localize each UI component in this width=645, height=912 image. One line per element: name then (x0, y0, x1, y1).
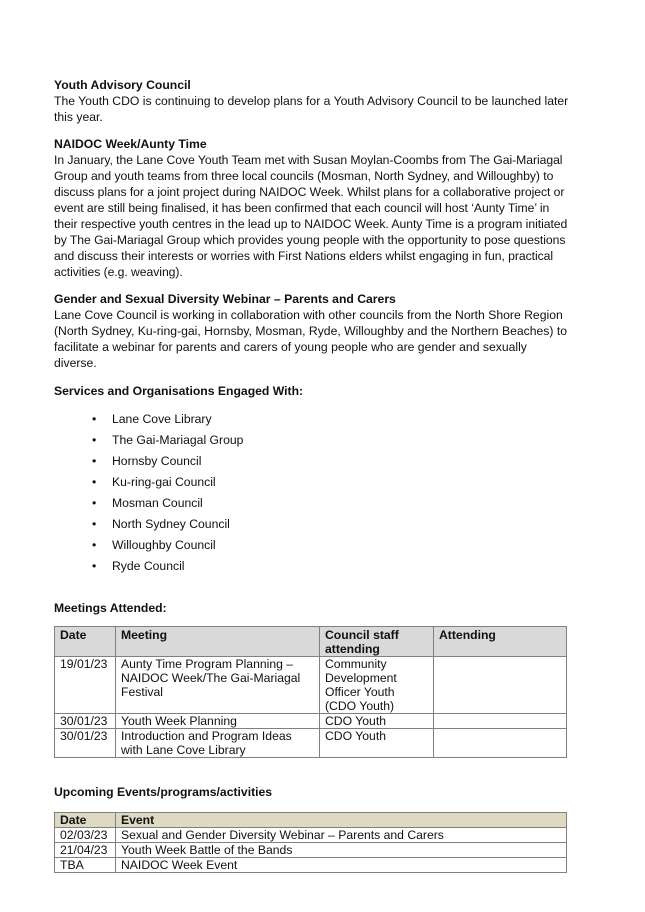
cell-staff: CDO Youth (319, 713, 434, 729)
list-item-label: Ku-ring-gai Council (112, 475, 216, 489)
events-heading: Upcoming Events/programs/activities (54, 785, 273, 799)
column-header-date: Date (54, 812, 116, 828)
section-body: The Youth CDO is continuing to develop p… (54, 94, 569, 124)
bullet-icon: • (92, 454, 97, 468)
meetings-table: Date Meeting Council staff attending Att… (54, 626, 567, 758)
cell-event: Youth Week Battle of the Bands (115, 842, 567, 858)
section-body: Lane Cove Council is working in collabor… (54, 308, 568, 370)
list-item: • Lane Cove Library (54, 409, 569, 430)
section-heading: Youth Advisory Council (54, 78, 191, 92)
list-item-label: The Gai-Mariagal Group (112, 433, 244, 447)
bullet-icon: • (92, 475, 97, 489)
section-youth-advisory-council: Youth Advisory Council The Youth CDO is … (54, 77, 569, 125)
column-header-event: Event (115, 812, 567, 828)
section-naidoc-week: NAIDOC Week/Aunty Time In January, the L… (54, 136, 569, 280)
section-diversity-webinar: Gender and Sexual Diversity Webinar – Pa… (54, 291, 569, 371)
list-item-label: Lane Cove Library (112, 412, 212, 426)
list-item: • Willoughby Council (54, 535, 569, 556)
cell-date: 30/01/23 (54, 713, 116, 729)
bullet-icon: • (92, 412, 97, 426)
meetings-heading: Meetings Attended: (54, 601, 167, 615)
services-section: Services and Organisations Engaged With:… (54, 383, 569, 577)
cell-event: NAIDOC Week Event (115, 857, 567, 873)
cell-date: 30/01/23 (54, 728, 116, 758)
cell-date: TBA (54, 857, 116, 873)
cell-attending (433, 728, 567, 758)
column-header-meeting: Meeting (115, 626, 320, 657)
bullet-icon: • (92, 559, 97, 573)
list-item: • Ryde Council (54, 556, 569, 577)
table-header-row: Date Meeting Council staff attending Att… (54, 626, 567, 657)
list-item: • Ku-ring-gai Council (54, 472, 569, 493)
list-item: • The Gai-Mariagal Group (54, 430, 569, 451)
list-item-label: North Sydney Council (112, 517, 230, 531)
list-item: • Mosman Council (54, 493, 569, 514)
section-heading: Gender and Sexual Diversity Webinar – Pa… (54, 292, 396, 306)
cell-attending (433, 656, 567, 714)
meetings-section: Meetings Attended: Date Meeting Council … (54, 600, 569, 758)
column-header-attending: Attending (433, 626, 567, 657)
column-header-council-staff: Council staff attending (319, 626, 434, 657)
document-page: Youth Advisory Council The Youth CDO is … (54, 77, 569, 873)
cell-attending (433, 713, 567, 729)
column-header-date: Date (54, 626, 116, 657)
cell-meeting: Youth Week Planning (115, 713, 320, 729)
cell-staff: CDO Youth (319, 728, 434, 758)
cell-event: Sexual and Gender Diversity Webinar – Pa… (115, 827, 567, 843)
events-table: Date Event 02/03/23 Sexual and Gender Di… (54, 812, 567, 873)
cell-date: 19/01/23 (54, 656, 116, 714)
section-body: In January, the Lane Cove Youth Team met… (54, 153, 568, 279)
section-heading: NAIDOC Week/Aunty Time (54, 137, 207, 151)
bullet-icon: • (92, 538, 97, 552)
list-item: • North Sydney Council (54, 514, 569, 535)
cell-staff: Community Development Officer Youth (CDO… (319, 656, 434, 714)
list-item-label: Mosman Council (112, 496, 203, 510)
bullet-icon: • (92, 517, 97, 531)
events-section: Upcoming Events/programs/activities Date… (54, 784, 569, 873)
table-row: 30/01/23 Introduction and Program Ideas … (54, 728, 567, 758)
bullet-icon: • (92, 496, 97, 510)
list-item-label: Hornsby Council (112, 454, 202, 468)
bullet-icon: • (92, 433, 97, 447)
cell-meeting: Aunty Time Program Planning – NAIDOC Wee… (115, 656, 320, 714)
table-header-row: Date Event (54, 812, 567, 828)
cell-date: 21/04/23 (54, 842, 116, 858)
table-row: 02/03/23 Sexual and Gender Diversity Web… (54, 827, 567, 843)
list-item-label: Willoughby Council (112, 538, 216, 552)
list-item: • Hornsby Council (54, 451, 569, 472)
table-row: 19/01/23 Aunty Time Program Planning – N… (54, 656, 567, 714)
services-list: • Lane Cove Library • The Gai-Mariagal Gro… (54, 409, 569, 577)
cell-date: 02/03/23 (54, 827, 116, 843)
list-item-label: Ryde Council (112, 559, 185, 573)
services-heading: Services and Organisations Engaged With: (54, 384, 304, 398)
table-row: 21/04/23 Youth Week Battle of the Bands (54, 842, 567, 858)
cell-meeting: Introduction and Program Ideas with Lane… (115, 728, 320, 758)
table-row: TBA NAIDOC Week Event (54, 857, 567, 873)
table-row: 30/01/23 Youth Week Planning CDO Youth (54, 713, 567, 729)
